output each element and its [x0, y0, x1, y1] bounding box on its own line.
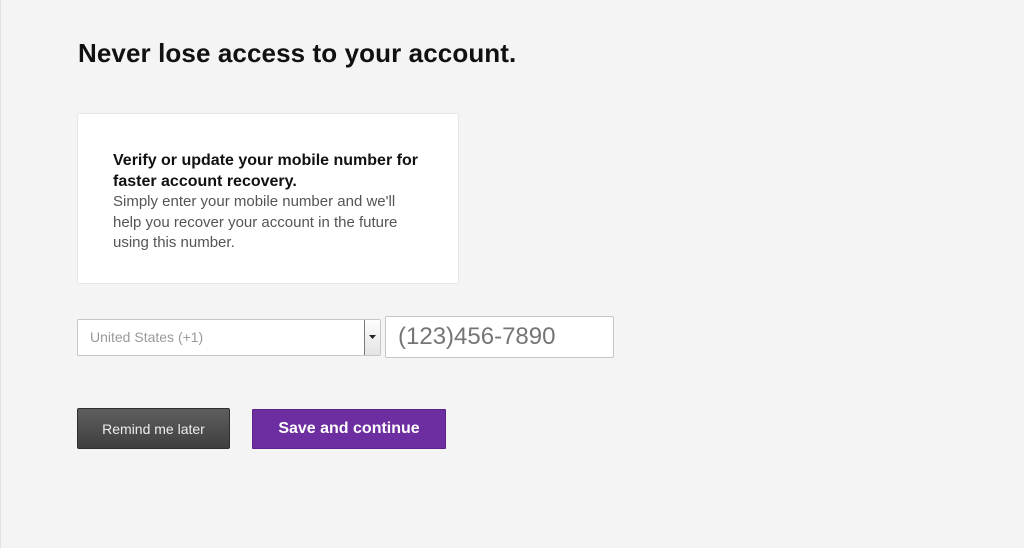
chevron-down-icon	[369, 335, 376, 339]
save-and-continue-button[interactable]: Save and continue	[252, 409, 446, 449]
country-select-dropdown-button[interactable]	[364, 320, 380, 355]
page-left-border	[0, 0, 1, 548]
info-card-heading: Verify or update your mobile number for …	[113, 152, 418, 190]
info-card-body: Simply enter your mobile number and we'l…	[113, 193, 398, 251]
remind-me-later-button[interactable]: Remind me later	[77, 408, 230, 449]
country-code-selected-value: United States (+1)	[90, 329, 204, 345]
info-card: Verify or update your mobile number for …	[77, 113, 459, 284]
page-title: Never lose access to your account.	[78, 38, 517, 68]
phone-number-input[interactable]	[385, 316, 614, 358]
country-code-select[interactable]: United States (+1)	[77, 319, 381, 356]
